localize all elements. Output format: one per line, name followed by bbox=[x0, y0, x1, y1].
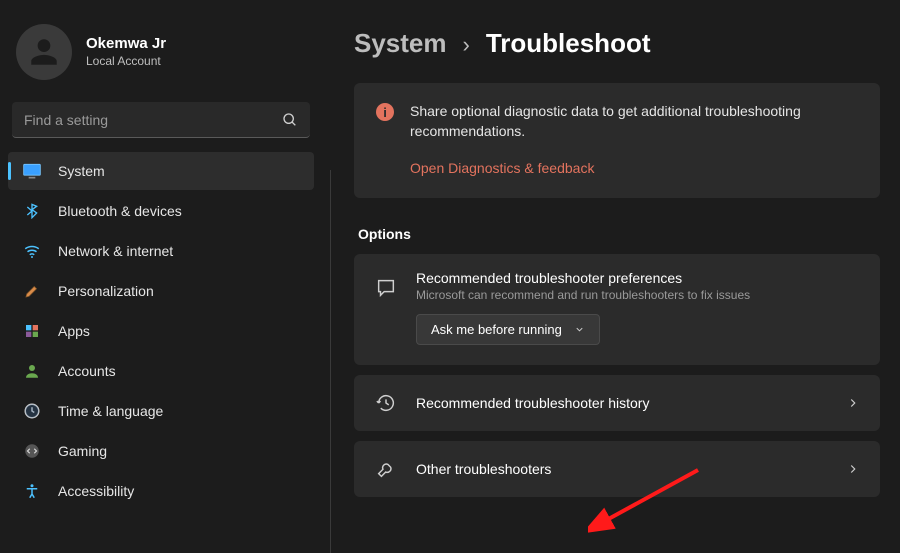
pref-sub: Microsoft can recommend and run troubles… bbox=[416, 288, 860, 302]
pref-title: Recommended troubleshooter preferences bbox=[416, 270, 860, 286]
avatar bbox=[16, 24, 72, 80]
accounts-icon bbox=[22, 361, 42, 381]
chevron-right-icon bbox=[846, 396, 860, 410]
sidebar-item-label: Personalization bbox=[58, 283, 154, 299]
search-icon bbox=[282, 112, 298, 128]
brush-icon bbox=[22, 281, 42, 301]
chevron-down-icon bbox=[574, 324, 585, 335]
sidebar-item-label: Accounts bbox=[58, 363, 116, 379]
sidebar-item-system[interactable]: System bbox=[8, 152, 314, 190]
accessibility-icon bbox=[22, 481, 42, 501]
clock-icon bbox=[22, 401, 42, 421]
sidebar-nav: System Bluetooth & devices Network & int… bbox=[8, 152, 314, 510]
sidebar-item-apps[interactable]: Apps bbox=[8, 312, 314, 350]
content-divider bbox=[330, 170, 331, 553]
diagnostics-alert: i Share optional diagnostic data to get … bbox=[354, 83, 880, 198]
history-title: Recommended troubleshooter history bbox=[416, 395, 828, 411]
chevron-right-icon: › bbox=[463, 32, 470, 58]
sidebar-item-gaming[interactable]: Gaming bbox=[8, 432, 314, 470]
open-diagnostics-link[interactable]: Open Diagnostics & feedback bbox=[410, 160, 594, 176]
pref-card: Recommended troubleshooter preferences M… bbox=[354, 254, 880, 365]
history-card[interactable]: Recommended troubleshooter history bbox=[354, 375, 880, 431]
history-icon bbox=[374, 391, 398, 415]
sidebar-item-label: Time & language bbox=[58, 403, 163, 419]
alert-text: Share optional diagnostic data to get ad… bbox=[410, 101, 858, 142]
sidebar-item-time[interactable]: Time & language bbox=[8, 392, 314, 430]
page-title: Troubleshoot bbox=[486, 28, 651, 59]
system-icon bbox=[22, 161, 42, 181]
sidebar-item-label: System bbox=[58, 163, 105, 179]
profile-sub: Local Account bbox=[86, 54, 166, 70]
sidebar-item-label: Bluetooth & devices bbox=[58, 203, 182, 219]
sidebar-item-network[interactable]: Network & internet bbox=[8, 232, 314, 270]
wifi-icon bbox=[22, 241, 42, 261]
chat-icon bbox=[374, 276, 398, 300]
pref-dropdown[interactable]: Ask me before running bbox=[416, 314, 600, 345]
sidebar-item-accounts[interactable]: Accounts bbox=[8, 352, 314, 390]
info-icon: i bbox=[376, 103, 394, 121]
sidebar-item-label: Network & internet bbox=[58, 243, 173, 259]
sidebar-item-label: Apps bbox=[58, 323, 90, 339]
profile-region[interactable]: Okemwa Jr Local Account bbox=[8, 12, 314, 98]
search-input[interactable] bbox=[24, 112, 282, 128]
sidebar-item-personalization[interactable]: Personalization bbox=[8, 272, 314, 310]
dropdown-value: Ask me before running bbox=[431, 322, 562, 337]
sidebar-item-label: Accessibility bbox=[58, 483, 134, 499]
profile-name: Okemwa Jr bbox=[86, 34, 166, 54]
sidebar-item-bluetooth[interactable]: Bluetooth & devices bbox=[8, 192, 314, 230]
gaming-icon bbox=[22, 441, 42, 461]
chevron-right-icon bbox=[846, 462, 860, 476]
other-title: Other troubleshooters bbox=[416, 461, 828, 477]
bluetooth-icon bbox=[22, 201, 42, 221]
wrench-icon bbox=[374, 457, 398, 481]
other-troubleshooters-card[interactable]: Other troubleshooters bbox=[354, 441, 880, 497]
apps-icon bbox=[22, 321, 42, 341]
sidebar-item-accessibility[interactable]: Accessibility bbox=[8, 472, 314, 510]
breadcrumb-parent[interactable]: System bbox=[354, 28, 447, 59]
search-field[interactable] bbox=[12, 102, 310, 138]
sidebar-item-label: Gaming bbox=[58, 443, 107, 459]
options-heading: Options bbox=[358, 226, 880, 242]
breadcrumb: System › Troubleshoot bbox=[354, 28, 880, 59]
